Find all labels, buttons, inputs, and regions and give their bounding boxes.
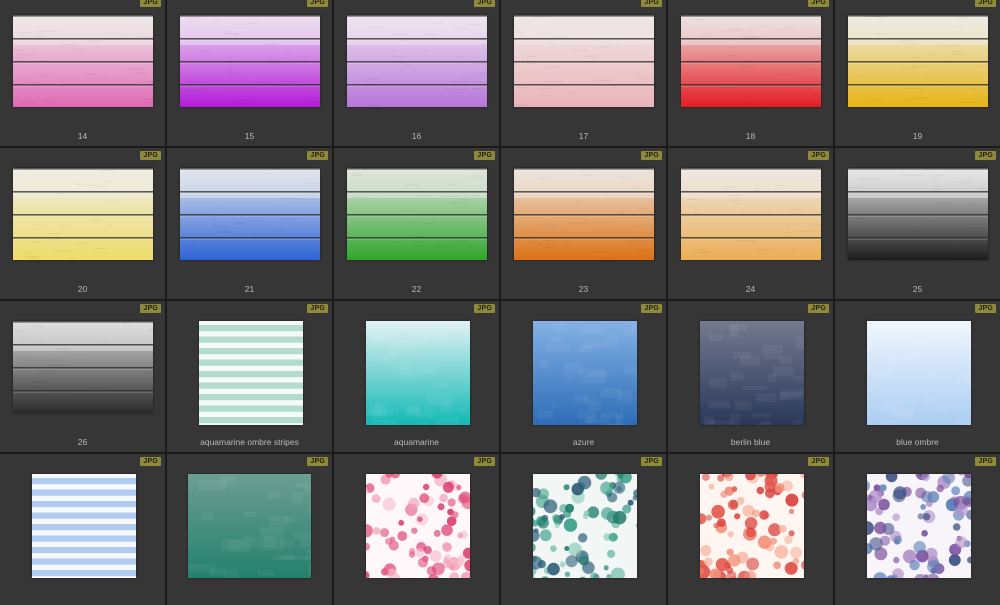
- thumbnail-cell[interactable]: JPG berlin blue: [668, 301, 833, 452]
- thumbnail-image[interactable]: [848, 15, 988, 107]
- thumbnail-cell[interactable]: JPG 17: [501, 0, 666, 146]
- thumbnail-image[interactable]: [700, 321, 804, 425]
- thumbnail-cell[interactable]: JPG 22: [334, 148, 499, 299]
- file-type-badge: JPG: [641, 0, 662, 7]
- thumbnail-cell[interactable]: JPG: [835, 454, 1000, 605]
- file-type-badge: JPG: [307, 0, 328, 7]
- file-type-badge: JPG: [975, 151, 996, 160]
- thumbnail-caption: 24: [668, 284, 833, 294]
- thumbnail-caption: 17: [501, 131, 666, 141]
- thumbnail-image[interactable]: [180, 15, 320, 107]
- thumbnail-caption: berlin blue: [668, 437, 833, 447]
- thumbnail-image[interactable]: [514, 168, 654, 260]
- thumbnail-cell[interactable]: JPG: [0, 454, 165, 605]
- thumbnail-image[interactable]: [848, 168, 988, 260]
- thumbnail-grid: JPG 14 JPG 15 JPG 16 JPG 17 JPG 18 JPG 19 JPG 20 JPG 21…: [0, 0, 1000, 605]
- thumbnail-cell[interactable]: JPG 25: [835, 148, 1000, 299]
- thumbnail-caption: blue ombre: [835, 437, 1000, 447]
- thumbnail-cell[interactable]: JPG azure: [501, 301, 666, 452]
- file-type-badge: JPG: [140, 457, 161, 466]
- thumbnail-image[interactable]: [347, 168, 487, 260]
- thumbnail-cell[interactable]: JPG 18: [668, 0, 833, 146]
- file-type-badge: JPG: [474, 151, 495, 160]
- thumbnail-cell[interactable]: JPG 15: [167, 0, 332, 146]
- thumbnail-image[interactable]: [867, 474, 971, 578]
- thumbnail-cell[interactable]: JPG: [334, 454, 499, 605]
- file-type-badge: JPG: [140, 151, 161, 160]
- thumbnail-image[interactable]: [366, 474, 470, 578]
- file-type-badge: JPG: [140, 0, 161, 7]
- thumbnail-cell[interactable]: JPG: [668, 454, 833, 605]
- thumbnail-cell[interactable]: JPG aquamarine ombre stripes: [167, 301, 332, 452]
- thumbnail-cell[interactable]: JPG 23: [501, 148, 666, 299]
- thumbnail-cell[interactable]: JPG 14: [0, 0, 165, 146]
- file-type-badge: JPG: [307, 457, 328, 466]
- file-type-badge: JPG: [474, 304, 495, 313]
- thumbnail-image[interactable]: [867, 321, 971, 425]
- file-type-badge: JPG: [474, 0, 495, 7]
- thumbnail-cell[interactable]: JPG 19: [835, 0, 1000, 146]
- thumbnail-cell[interactable]: JPG blue ombre: [835, 301, 1000, 452]
- thumbnail-caption: 20: [0, 284, 165, 294]
- thumbnail-image[interactable]: [347, 15, 487, 107]
- thumbnail-caption: azure: [501, 437, 666, 447]
- thumbnail-caption: 21: [167, 284, 332, 294]
- file-type-badge: JPG: [808, 0, 829, 7]
- thumbnail-image[interactable]: [180, 168, 320, 260]
- thumbnail-caption: 22: [334, 284, 499, 294]
- thumbnail-caption: aquamarine ombre stripes: [167, 437, 332, 447]
- file-type-badge: JPG: [808, 304, 829, 313]
- thumbnail-caption: aquamarine: [334, 437, 499, 447]
- file-type-badge: JPG: [307, 151, 328, 160]
- file-type-badge: JPG: [808, 457, 829, 466]
- file-type-badge: JPG: [641, 304, 662, 313]
- thumbnail-image[interactable]: [681, 168, 821, 260]
- thumbnail-caption: 25: [835, 284, 1000, 294]
- file-type-badge: JPG: [474, 457, 495, 466]
- thumbnail-image[interactable]: [533, 474, 637, 578]
- thumbnail-cell[interactable]: JPG aquamarine: [334, 301, 499, 452]
- file-type-badge: JPG: [975, 457, 996, 466]
- thumbnail-caption: 14: [0, 131, 165, 141]
- thumbnail-caption: 15: [167, 131, 332, 141]
- thumbnail-image[interactable]: [533, 321, 637, 425]
- thumbnail-cell[interactable]: JPG 24: [668, 148, 833, 299]
- file-type-badge: JPG: [641, 457, 662, 466]
- thumbnail-image[interactable]: [13, 168, 153, 260]
- thumbnail-image[interactable]: [188, 474, 311, 578]
- file-type-badge: JPG: [641, 151, 662, 160]
- thumbnail-image[interactable]: [700, 474, 804, 578]
- thumbnail-cell[interactable]: JPG 26: [0, 301, 165, 452]
- thumbnail-image[interactable]: [13, 15, 153, 107]
- thumbnail-image[interactable]: [681, 15, 821, 107]
- thumbnail-image[interactable]: [199, 321, 303, 425]
- thumbnail-caption: 26: [0, 437, 165, 447]
- thumbnail-image[interactable]: [13, 321, 153, 413]
- file-type-badge: JPG: [808, 151, 829, 160]
- thumbnail-cell[interactable]: JPG: [501, 454, 666, 605]
- thumbnail-cell[interactable]: JPG 20: [0, 148, 165, 299]
- thumbnail-image[interactable]: [514, 15, 654, 107]
- thumbnail-cell[interactable]: JPG: [167, 454, 332, 605]
- thumbnail-image[interactable]: [366, 321, 470, 425]
- thumbnail-image[interactable]: [32, 474, 136, 578]
- thumbnail-cell[interactable]: JPG 21: [167, 148, 332, 299]
- thumbnail-caption: 23: [501, 284, 666, 294]
- thumbnail-cell[interactable]: JPG 16: [334, 0, 499, 146]
- file-type-badge: JPG: [975, 0, 996, 7]
- file-type-badge: JPG: [307, 304, 328, 313]
- thumbnail-caption: 18: [668, 131, 833, 141]
- thumbnail-caption: 19: [835, 131, 1000, 141]
- file-type-badge: JPG: [140, 304, 161, 313]
- file-type-badge: JPG: [975, 304, 996, 313]
- thumbnail-caption: 16: [334, 131, 499, 141]
